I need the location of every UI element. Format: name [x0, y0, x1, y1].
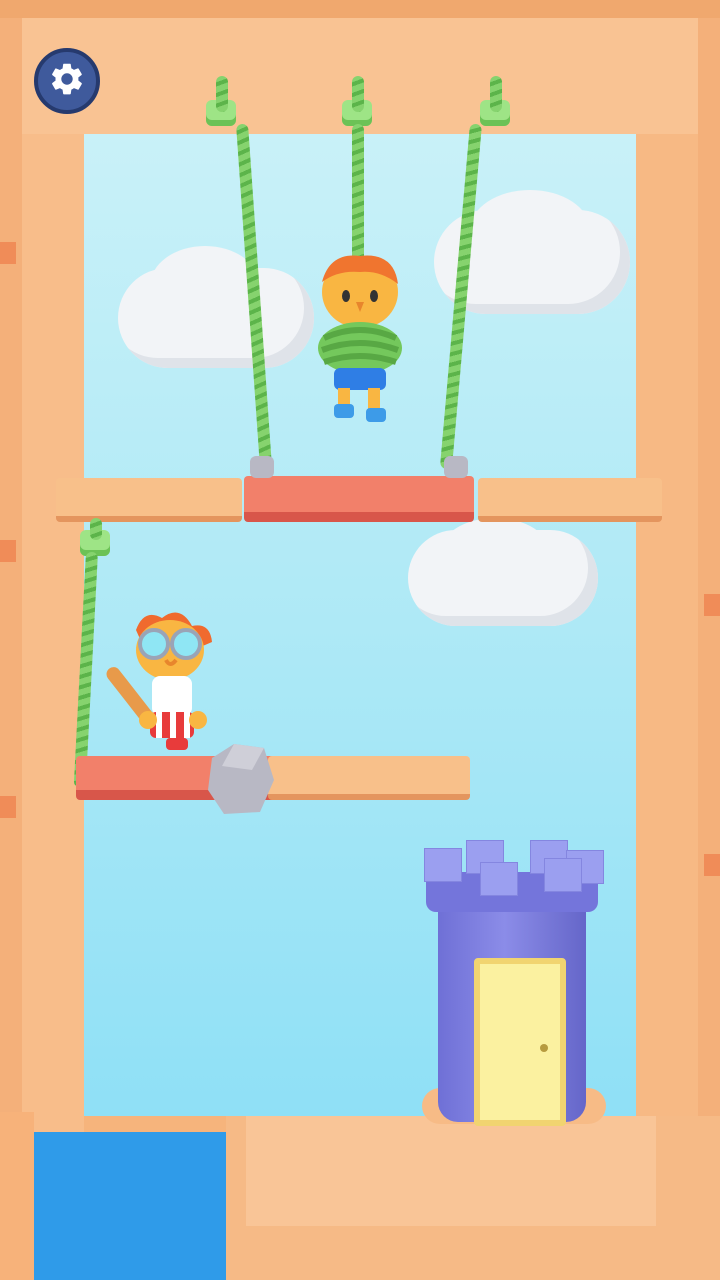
wall-notch — [704, 594, 720, 616]
wall-notch — [704, 854, 720, 876]
ground-top — [246, 1116, 656, 1226]
gear-icon — [48, 60, 86, 103]
tower-door — [474, 958, 566, 1126]
tower-battlement — [480, 862, 518, 896]
pull-pin-upper[interactable] — [244, 476, 474, 522]
frame-top-edge — [0, 0, 720, 18]
tower-battlement — [424, 848, 462, 882]
rope[interactable] — [90, 518, 102, 540]
frame-left-face — [22, 18, 84, 1218]
rope[interactable] — [352, 76, 364, 112]
pin-pivot — [250, 456, 274, 478]
wall-notch — [0, 242, 16, 264]
settings-button[interactable] — [34, 48, 100, 114]
tower-battlement — [544, 858, 582, 892]
ledge-left — [56, 478, 242, 522]
frame-right-face — [636, 18, 698, 1218]
water-pit — [34, 1132, 254, 1280]
wall-notch — [0, 540, 16, 562]
door-knob — [540, 1044, 548, 1052]
ledge-right — [478, 478, 662, 522]
pin-pivot — [444, 456, 468, 478]
ledge-middle — [268, 756, 470, 800]
rope[interactable] — [490, 76, 502, 112]
frame-bottom-left — [0, 1112, 34, 1280]
rope[interactable] — [216, 76, 228, 112]
wall-notch — [0, 796, 16, 818]
